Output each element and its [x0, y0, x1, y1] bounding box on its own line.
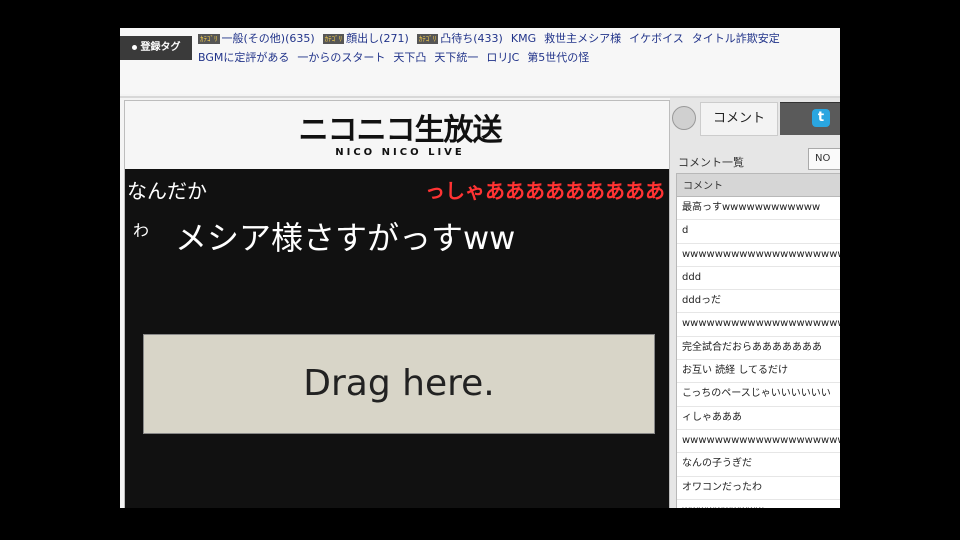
comment-row[interactable]: ィしゃあああ	[677, 407, 840, 430]
video-frame: 登録タグ ｶﾃｺﾞﾘ 一般(その他)(635) ｶﾃｺﾞﾘ 顔出し(271) ｶﾃｺﾞﾘ…	[120, 0, 840, 540]
comment-panel: コメント t コメント一覧 NO コメント 最高っすwwwwwwwwwwww d w…	[670, 98, 840, 508]
comment-row[interactable]: d	[677, 220, 840, 244]
nicolive-page: 登録タグ ｶﾃｺﾞﾘ 一般(その他)(635) ｶﾃｺﾞﾘ 顔出し(271) ｶﾃｺﾞﾘ…	[120, 28, 840, 508]
tag-label: 一般(その他)(635)	[221, 32, 315, 45]
logo-band: ニコニコ生放送 NICO NICO LIVE	[125, 101, 669, 169]
comment-list[interactable]: 最高っすwwwwwwwwwwwwdwwwwwwwwwwwwwwwwwwwwwwd…	[676, 197, 840, 508]
niconico-live-logo: ニコニコ生放送 NICO NICO LIVE	[285, 105, 515, 165]
tag-link[interactable]: ｶﾃｺﾞﾘ 一般(その他)(635)	[198, 32, 315, 45]
bullet-icon	[131, 44, 137, 50]
tag-label: イケボイス	[629, 32, 684, 45]
tag-link[interactable]: 一からのスタート	[297, 51, 385, 64]
comment-row[interactable]: 完全試合だおらあああああああ	[677, 337, 840, 361]
tag-label: 凸待ち(433)	[440, 32, 503, 45]
tab-comment[interactable]: コメント	[700, 102, 778, 136]
comment-row[interactable]: wwwwwwwwwwwwwwwwwwwwww	[677, 244, 840, 267]
tag-link[interactable]: 第5世代の怪	[527, 51, 589, 64]
comment-list-title: コメント一覧	[678, 156, 744, 169]
no-sort-button[interactable]: NO	[808, 148, 840, 170]
category-badge: ｶﾃｺﾞﾘ	[322, 34, 345, 44]
twitter-icon: t	[812, 109, 830, 127]
tag-link[interactable]: ｶﾃｺﾞﾘ 凸待ち(433)	[416, 32, 503, 45]
tag-heading: 登録タグ	[120, 36, 192, 60]
tag-link[interactable]: BGMに定評がある	[198, 51, 289, 64]
overlay-comment: なんだか	[127, 179, 207, 203]
comment-row[interactable]: オワコンだったわ	[677, 477, 840, 500]
comment-row[interactable]: ddd	[677, 267, 840, 291]
comment-row[interactable]: wwwwwwwwwwwwwwwwwwwwww	[677, 313, 840, 337]
drag-here-area[interactable]: Drag here.	[143, 334, 655, 434]
tag-label: タイトル詐欺安定	[691, 32, 780, 45]
tag-bar: 登録タグ ｶﾃｺﾞﾘ 一般(その他)(635) ｶﾃｺﾞﾘ 顔出し(271) ｶﾃｺﾞﾘ…	[120, 28, 840, 94]
comment-column-header[interactable]: コメント	[676, 173, 840, 197]
comment-row[interactable]: dddっだ	[677, 290, 840, 314]
tag-row-2: BGMに定評がある 一からのスタート 天下凸 天下統一 ロリJC 第5世代の怪	[198, 49, 597, 65]
overlay-comment: わ	[133, 221, 150, 240]
category-badge: ｶﾃｺﾞﾘ	[198, 34, 220, 44]
tag-label: 救世主メシア様	[544, 32, 622, 45]
comment-row[interactable]: wwwwwwwwww	[677, 500, 840, 508]
video-player[interactable]: ニコニコ生放送 NICO NICO LIVE なんだか っしゃあああああああああ…	[124, 100, 670, 508]
tag-link[interactable]: 天下統一	[434, 51, 478, 64]
tag-link[interactable]: KMG	[511, 32, 536, 45]
category-badge: ｶﾃｺﾞﾘ	[416, 34, 439, 44]
tag-link[interactable]: イケボイス	[629, 32, 684, 45]
tag-row-1: ｶﾃｺﾞﾘ 一般(その他)(635) ｶﾃｺﾞﾘ 顔出し(271) ｶﾃｺﾞﾘ 凸待ち(4…	[198, 30, 788, 46]
tag-link[interactable]: タイトル詐欺安定	[692, 32, 780, 45]
comment-row[interactable]: wwwwwwwwwwwwwwwwwwwwww	[677, 430, 840, 454]
logo-main-text: ニコニコ生放送	[298, 113, 503, 148]
tag-link[interactable]: ロリJC	[486, 51, 519, 64]
comment-row[interactable]: なんの子うぎだ	[677, 453, 840, 477]
tag-link[interactable]: 天下凸	[393, 51, 426, 64]
comment-row[interactable]: こっちのペースじゃいいいいいい	[677, 383, 840, 407]
tag-label: 顔出し(271)	[346, 32, 409, 45]
comment-row[interactable]: 最高っすwwwwwwwwwwww	[677, 197, 840, 221]
tab-twitter[interactable]: t	[780, 102, 840, 135]
overlay-comment-red: っしゃあああああああああ	[425, 179, 665, 203]
tag-label: KMG	[510, 32, 537, 45]
overlay-comment-large: メシア様さすがっすww	[175, 219, 516, 257]
logo-sub-text: NICO NICO LIVE	[335, 147, 465, 158]
tag-link[interactable]: ｶﾃｺﾞﾘ 顔出し(271)	[322, 32, 409, 45]
comment-row[interactable]: お互い 読経 してるだけ	[677, 360, 840, 384]
tag-link[interactable]: 救世主メシア様	[544, 32, 621, 45]
round-toggle-button[interactable]	[672, 106, 696, 130]
